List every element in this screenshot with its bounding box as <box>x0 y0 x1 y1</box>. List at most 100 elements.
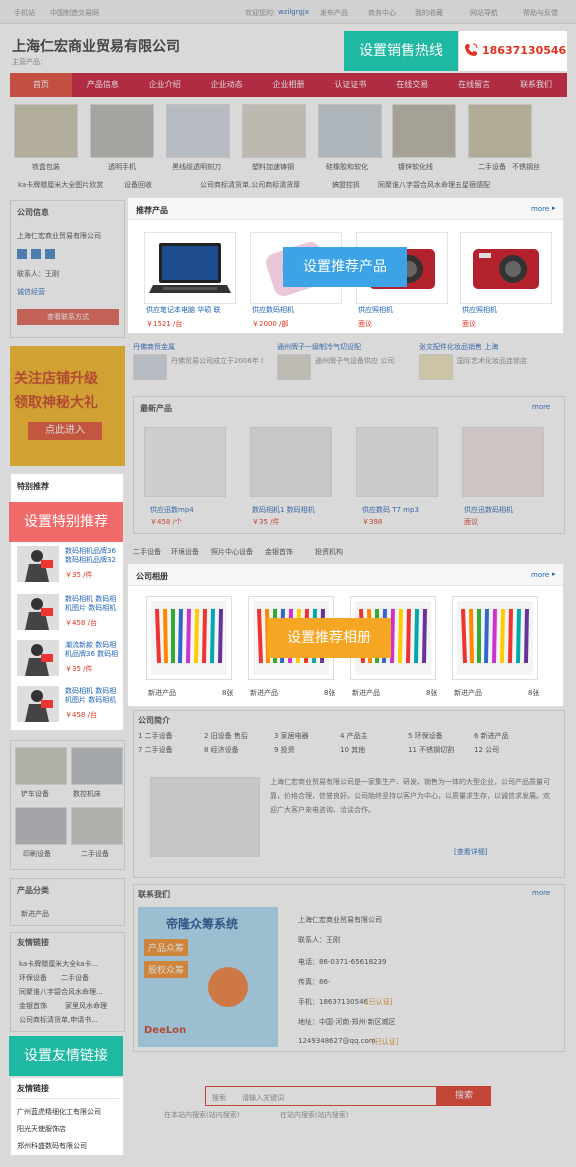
tag-link[interactable]: 照片中心设备 <box>211 547 253 557</box>
news-link[interactable]: 设备回收 <box>124 180 152 190</box>
special-item[interactable]: 数码相机 数码相 机图片 数码相机 ￥458 /台 <box>17 594 121 634</box>
album-card[interactable] <box>146 596 232 680</box>
nav-news[interactable]: 企业动态 <box>196 73 258 97</box>
more-link[interactable]: more <box>532 403 550 411</box>
banner-image[interactable] <box>318 104 382 158</box>
nav-contact[interactable]: 联系我们 <box>505 73 567 97</box>
product-name[interactable]: 供应照相机 <box>462 305 497 315</box>
banner-image[interactable] <box>468 104 532 158</box>
side-news-item[interactable]: 金银首饰 <box>19 1001 47 1011</box>
intro-category[interactable]: 10 其他 <box>340 745 365 755</box>
tag-link[interactable]: 环境设备 <box>171 547 199 557</box>
search-button[interactable]: 搜索 <box>437 1086 491 1106</box>
product-name[interactable]: 数码相机1 数码相机 <box>252 505 315 515</box>
intro-category[interactable]: 12 公司 <box>474 745 499 755</box>
help-link[interactable]: 帮助与反馈 <box>523 8 558 18</box>
intro-category[interactable]: 2 旧设备 售后 <box>204 731 248 741</box>
product-image[interactable] <box>144 427 226 497</box>
more-link[interactable]: more <box>531 571 549 579</box>
ad-title[interactable]: 通州牌子一级制冷气切设配 <box>277 342 361 352</box>
news-link[interactable]: 同聚谁八字碧合风水命理五星宿感配 <box>378 180 490 190</box>
tag-link[interactable]: 投资机构 <box>315 547 343 557</box>
intro-category[interactable]: 4 产品主 <box>340 731 368 741</box>
ad-enter-button[interactable]: 点此进入 <box>28 422 102 440</box>
nav-trade[interactable]: 在线交易 <box>381 73 443 97</box>
friend-link[interactable]: 阳光天使服饰店 <box>17 1124 66 1134</box>
set-special-callout[interactable]: 设置特别推荐 <box>9 502 123 542</box>
special-item[interactable]: 潮流新款 数码相 机品牌36 数码相 ￥35 /件 <box>17 640 121 680</box>
nav-message[interactable]: 在线留言 <box>443 73 505 97</box>
friend-link[interactable]: 广州蓝虎精细化工有限公司 <box>17 1107 101 1117</box>
set-recommend-callout[interactable]: 设置推荐产品 <box>283 247 407 287</box>
banner-image[interactable] <box>90 104 154 158</box>
business-center-link[interactable]: 商务中心 <box>368 8 396 18</box>
side-news-item[interactable]: ka卡牌赠厘米大全ka卡... <box>19 959 98 969</box>
ad-title[interactable]: 张文配件化妆品销售 上海 <box>419 342 498 352</box>
crowdfunding-poster[interactable]: 帝隆众筹系统 产品众筹 股权众筹 DeeLon <box>138 907 278 1047</box>
intro-category[interactable]: 9 投资 <box>274 745 295 755</box>
equipment-image[interactable] <box>15 747 67 785</box>
product-name[interactable]: 供应迅数码相机 <box>464 505 513 515</box>
banner-image[interactable] <box>242 104 306 158</box>
ad-image[interactable] <box>133 354 167 380</box>
nav-products[interactable]: 产品信息 <box>72 73 134 97</box>
intro-category[interactable]: 11 不锈钢切割 <box>408 745 454 755</box>
intro-category[interactable]: 8 经济设备 <box>204 745 239 755</box>
album-name[interactable]: 新进产品 <box>352 688 380 698</box>
product-name[interactable]: 供应笔记本电脑 华硕 联 <box>146 305 236 315</box>
favorites-link[interactable]: 我的收藏 <box>415 8 443 18</box>
side-news-item[interactable]: 同聚谁八字碧合风水命理... <box>19 987 103 997</box>
intro-category[interactable]: 7 二手设备 <box>138 745 173 755</box>
product-name[interactable]: 供应数码相机 <box>252 305 294 315</box>
tag-link[interactable]: 二手设备 <box>133 547 161 557</box>
side-news-item[interactable]: 二手设备 <box>61 973 89 983</box>
username-link[interactable]: wzilgrgjx <box>278 8 309 16</box>
special-item[interactable]: 数码相机品牌36 数码相机品牌32 ￥35 /件 <box>17 546 121 586</box>
set-album-callout[interactable]: 设置推荐相册 <box>267 618 391 658</box>
news-link[interactable]: 搞盟控拆 <box>332 180 360 190</box>
product-image[interactable] <box>462 427 544 497</box>
side-news-item[interactable]: 环保设备 <box>19 973 47 983</box>
album-name[interactable]: 新进产品 <box>250 688 278 698</box>
equipment-image[interactable] <box>71 807 123 845</box>
product-card[interactable] <box>460 232 552 304</box>
product-card[interactable] <box>144 232 236 304</box>
intro-category[interactable]: 3 家居电器 <box>274 731 309 741</box>
news-link[interactable]: ka卡牌赠厘米大全图片欣赏 <box>18 180 103 190</box>
tag-link[interactable]: 金银首饰 <box>265 547 293 557</box>
shop-upgrade-ad[interactable]: 关注店铺升级 领取神秘大礼 点此进入 <box>10 346 125 466</box>
banner-image[interactable] <box>14 104 78 158</box>
side-news-item[interactable]: 家里风水命理 <box>65 1001 107 1011</box>
intro-category[interactable]: 6 新进产品 <box>474 731 509 741</box>
ad-image[interactable] <box>419 354 453 380</box>
contact-button[interactable]: 查看联系方式 <box>17 309 119 325</box>
side-news-item[interactable]: 公司商标清货单,申请书... <box>19 1015 98 1025</box>
product-name[interactable]: 供应照相机 <box>358 305 393 315</box>
nav-home[interactable]: 首页 <box>10 73 72 97</box>
set-hotline-callout[interactable]: 设置销售热线 <box>344 31 458 71</box>
more-link[interactable]: more <box>532 889 550 897</box>
intro-category[interactable]: 5 环保设备 <box>408 731 443 741</box>
set-links-callout[interactable]: 设置友情链接 <box>9 1036 123 1076</box>
ad-image[interactable] <box>277 354 311 380</box>
equipment-image[interactable] <box>71 747 123 785</box>
product-name[interactable]: 供应数码 T7 mp3 <box>362 505 419 515</box>
album-name[interactable]: 新进产品 <box>148 688 176 698</box>
site-welcome-link[interactable]: 中国制造交易网 <box>50 8 99 18</box>
news-link[interactable]: 公司商标清货单,公司商标清货厚 <box>200 180 300 190</box>
product-name[interactable]: 供应迅数mp4 <box>150 505 194 515</box>
album-name[interactable]: 新进产品 <box>454 688 482 698</box>
ad-title[interactable]: 丹佛商贸金属 <box>133 342 175 352</box>
special-item[interactable]: 数码相机 数码相 机图片 数码相机 ￥458 /台 <box>17 686 121 726</box>
banner-image[interactable] <box>166 104 230 158</box>
nav-about[interactable]: 企业介绍 <box>134 73 196 97</box>
product-image[interactable] <box>356 427 438 497</box>
search-option[interactable]: 在站内搜索(站内搜索) <box>280 1110 348 1120</box>
search-scope[interactable]: 搜索 <box>212 1093 226 1103</box>
equipment-image[interactable] <box>15 807 67 845</box>
search-option[interactable]: 在本站内搜索(站内搜索) <box>164 1110 239 1120</box>
intro-category[interactable]: 1 二手设备 <box>138 731 173 741</box>
nav-album[interactable]: 企业相册 <box>258 73 320 97</box>
more-link[interactable]: more <box>531 205 549 213</box>
mobile-site-link[interactable]: 手机站 <box>14 8 35 18</box>
